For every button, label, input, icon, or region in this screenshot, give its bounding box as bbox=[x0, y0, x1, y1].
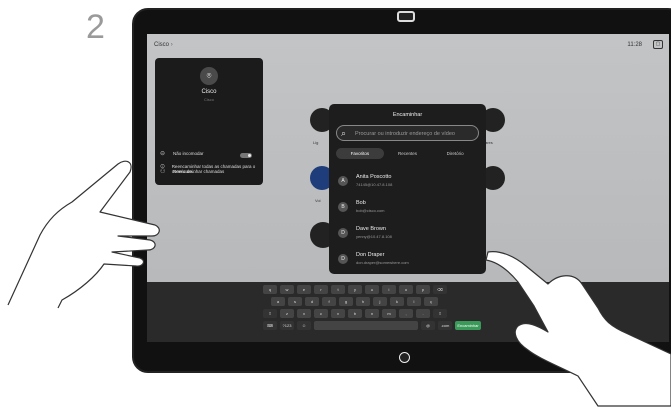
background-app-label: ares bbox=[485, 140, 493, 145]
contact-avatar: D bbox=[338, 254, 348, 264]
forward-dialog: Encaminhar ⌕ Favoritos Recentes Diretóri… bbox=[329, 104, 486, 274]
key[interactable]: v bbox=[331, 309, 345, 318]
search-icon: ⌕ bbox=[341, 128, 347, 138]
contact-row[interactable]: B Bob bob@cisco.com bbox=[336, 198, 479, 216]
key[interactable]: e bbox=[297, 285, 311, 294]
keyboard-row: ⇧ z x c v b n m , . ⇧ bbox=[263, 309, 447, 318]
contact-row[interactable]: D Dave Brown yenny@10.47.8.108 bbox=[336, 224, 479, 242]
tab-recents[interactable]: Recentes bbox=[384, 148, 432, 159]
key[interactable]: . bbox=[416, 309, 430, 318]
dialog-title: Encaminhar bbox=[392, 112, 423, 118]
keyboard-row: a s d f g h j k l ç bbox=[271, 297, 438, 306]
tab-favorites[interactable]: Favoritos bbox=[336, 148, 384, 159]
clock: 11:28 bbox=[627, 42, 642, 48]
key[interactable]: u bbox=[365, 285, 379, 294]
key[interactable]: h bbox=[356, 297, 370, 306]
key[interactable]: f bbox=[322, 297, 336, 306]
key[interactable]: t bbox=[331, 285, 345, 294]
key[interactable]: y bbox=[348, 285, 362, 294]
contact-address: 74145@10.47.8.108 bbox=[356, 182, 393, 187]
search-field[interactable]: ⌕ bbox=[336, 125, 479, 141]
key[interactable]: c bbox=[314, 309, 328, 318]
contact-name: Bob bbox=[356, 200, 366, 206]
shift-key[interactable]: ⇧ bbox=[433, 309, 447, 318]
key[interactable]: g bbox=[339, 297, 353, 306]
search-input[interactable] bbox=[355, 129, 473, 138]
camera-icon bbox=[397, 11, 415, 22]
contact-avatar: D bbox=[338, 228, 348, 238]
key[interactable]: k bbox=[390, 297, 404, 306]
space-key[interactable] bbox=[314, 321, 418, 330]
key[interactable]: x bbox=[297, 309, 311, 318]
key[interactable]: p bbox=[416, 285, 430, 294]
location-icon: ⌾ bbox=[200, 67, 218, 85]
key[interactable]: d bbox=[305, 297, 319, 306]
key[interactable]: n bbox=[365, 309, 379, 318]
brand-breadcrumb[interactable]: Cisco › bbox=[154, 42, 173, 48]
key[interactable]: j bbox=[373, 297, 387, 306]
keyboard-row: q w e r t y u i o p ⌫ bbox=[263, 285, 447, 294]
key[interactable]: o bbox=[399, 285, 413, 294]
left-hand-illustration bbox=[7, 160, 160, 309]
key[interactable]: i bbox=[382, 285, 396, 294]
contact-row[interactable]: D Don Draper don.draper@somewhere.com bbox=[336, 250, 479, 268]
menu-item-forward-voicemail[interactable]: ⊙ Reencaminhar todas as chamadas para o … bbox=[160, 164, 260, 174]
contact-name: Don Draper bbox=[356, 252, 385, 258]
contact-name: Dave Brown bbox=[356, 226, 386, 232]
contact-avatar: A bbox=[338, 176, 348, 186]
numbers-key[interactable]: ?123 bbox=[280, 321, 294, 330]
emoji-icon[interactable]: ☺ bbox=[297, 321, 311, 330]
key[interactable]: s bbox=[288, 297, 302, 306]
key[interactable]: q bbox=[263, 285, 277, 294]
key[interactable]: ç bbox=[424, 297, 438, 306]
key[interactable]: b bbox=[348, 309, 362, 318]
dotcom-key[interactable]: .com bbox=[438, 321, 452, 330]
contact-name: Anita Poscotto bbox=[356, 174, 392, 180]
profile-subtitle: Cisco bbox=[203, 97, 214, 102]
contact-avatar: B bbox=[338, 202, 348, 212]
contact-address: yenny@10.47.8.108 bbox=[356, 234, 392, 239]
key[interactable]: w bbox=[280, 285, 294, 294]
key[interactable]: l bbox=[407, 297, 421, 306]
dialog-tabs: Favoritos Recentes Diretório bbox=[336, 148, 479, 159]
key[interactable]: a bbox=[271, 297, 285, 306]
profile-name: Cisco bbox=[201, 89, 217, 95]
contact-row[interactable]: A Anita Poscotto 74145@10.47.8.108 bbox=[336, 172, 479, 190]
key[interactable]: , bbox=[399, 309, 413, 318]
background-app-label: Voi bbox=[315, 198, 321, 203]
screen-share-icon[interactable]: ▢ bbox=[653, 40, 663, 49]
key[interactable]: z bbox=[280, 309, 294, 318]
tab-directory[interactable]: Diretório bbox=[431, 148, 479, 159]
step-number: 2 bbox=[86, 8, 105, 46]
home-button[interactable] bbox=[399, 352, 410, 363]
background-app-label: Lig bbox=[313, 140, 319, 145]
right-hand-illustration bbox=[485, 251, 671, 407]
contact-address: don.draper@somewhere.com bbox=[356, 260, 409, 265]
contact-address: bob@cisco.com bbox=[356, 208, 385, 213]
key[interactable]: r bbox=[314, 285, 328, 294]
key[interactable]: m bbox=[382, 309, 396, 318]
shift-key[interactable]: ⇧ bbox=[263, 309, 277, 318]
backspace-key[interactable]: ⌫ bbox=[433, 285, 447, 294]
keyboard-row: ⌨ ?123 ☺ @ .com Encaminhar bbox=[263, 321, 481, 330]
keyboard-icon[interactable]: ⌨ bbox=[263, 321, 277, 330]
dnd-toggle[interactable] bbox=[240, 153, 252, 158]
at-key[interactable]: @ bbox=[421, 321, 435, 330]
